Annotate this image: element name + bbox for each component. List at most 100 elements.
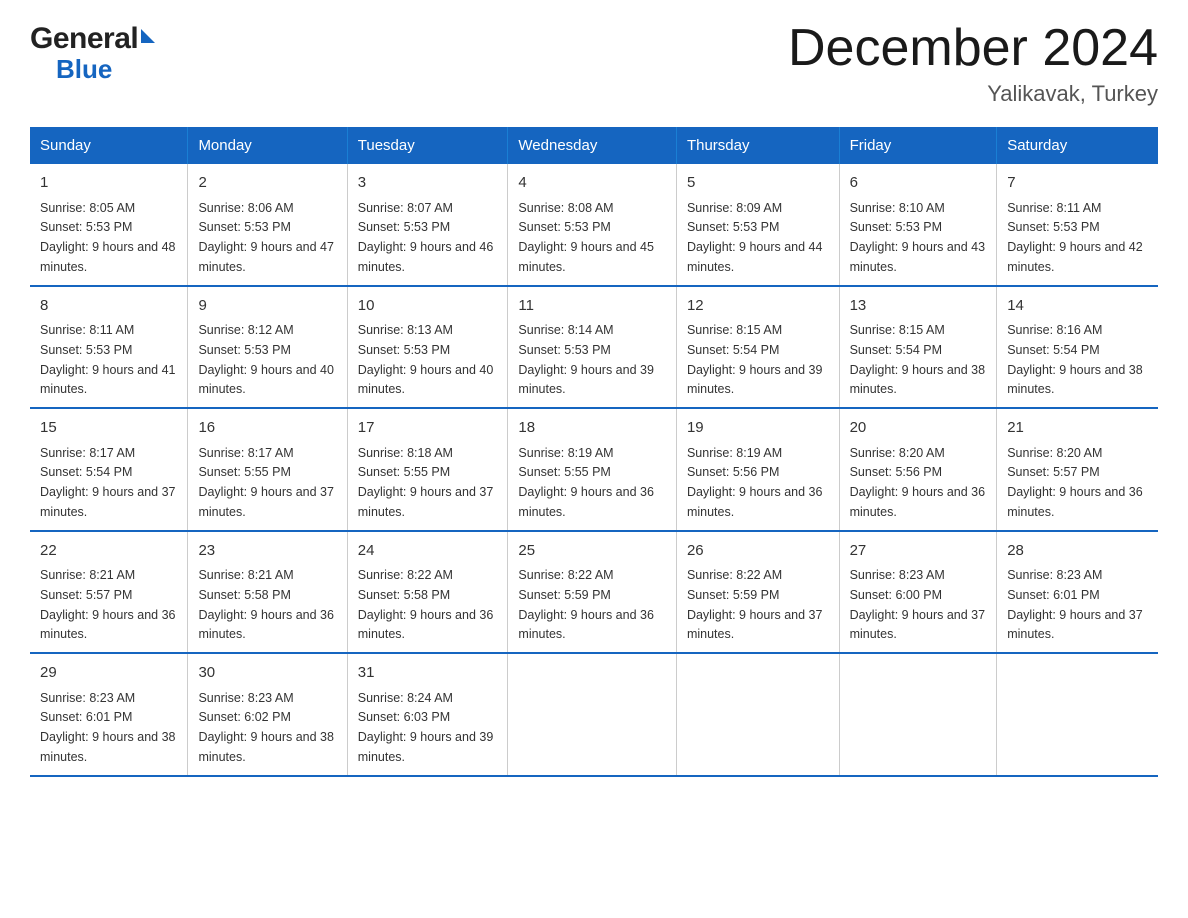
day-number: 9 bbox=[198, 295, 336, 318]
day-info: Sunrise: 8:09 AMSunset: 5:53 PMDaylight:… bbox=[687, 201, 823, 274]
title-section: December 2024 Yalikavak, Turkey bbox=[788, 20, 1158, 107]
calendar-cell: 30 Sunrise: 8:23 AMSunset: 6:02 PMDaylig… bbox=[188, 653, 347, 776]
calendar-cell: 6 Sunrise: 8:10 AMSunset: 5:53 PMDayligh… bbox=[839, 164, 997, 286]
day-info: Sunrise: 8:11 AMSunset: 5:53 PMDaylight:… bbox=[40, 323, 176, 396]
day-number: 2 bbox=[198, 172, 336, 195]
page-header: General Blue December 2024 Yalikavak, Tu… bbox=[30, 20, 1158, 107]
day-number: 5 bbox=[687, 172, 829, 195]
calendar-cell: 31 Sunrise: 8:24 AMSunset: 6:03 PMDaylig… bbox=[347, 653, 508, 776]
logo-triangle-icon bbox=[141, 29, 155, 43]
calendar-cell: 9 Sunrise: 8:12 AMSunset: 5:53 PMDayligh… bbox=[188, 286, 347, 409]
header-thursday: Thursday bbox=[676, 127, 839, 164]
day-number: 21 bbox=[1007, 417, 1148, 440]
calendar-cell: 11 Sunrise: 8:14 AMSunset: 5:53 PMDaylig… bbox=[508, 286, 677, 409]
calendar-cell: 2 Sunrise: 8:06 AMSunset: 5:53 PMDayligh… bbox=[188, 164, 347, 286]
day-info: Sunrise: 8:19 AMSunset: 5:56 PMDaylight:… bbox=[687, 446, 823, 519]
day-number: 23 bbox=[198, 540, 336, 563]
calendar-cell bbox=[508, 653, 677, 776]
calendar-cell: 29 Sunrise: 8:23 AMSunset: 6:01 PMDaylig… bbox=[30, 653, 188, 776]
calendar-subtitle: Yalikavak, Turkey bbox=[788, 81, 1158, 107]
day-info: Sunrise: 8:23 AMSunset: 6:01 PMDaylight:… bbox=[40, 691, 176, 764]
day-info: Sunrise: 8:14 AMSunset: 5:53 PMDaylight:… bbox=[518, 323, 654, 396]
calendar-cell: 26 Sunrise: 8:22 AMSunset: 5:59 PMDaylig… bbox=[676, 531, 839, 654]
day-info: Sunrise: 8:06 AMSunset: 5:53 PMDaylight:… bbox=[198, 201, 334, 274]
calendar-cell: 14 Sunrise: 8:16 AMSunset: 5:54 PMDaylig… bbox=[997, 286, 1158, 409]
day-info: Sunrise: 8:07 AMSunset: 5:53 PMDaylight:… bbox=[358, 201, 494, 274]
calendar-cell: 21 Sunrise: 8:20 AMSunset: 5:57 PMDaylig… bbox=[997, 408, 1158, 531]
day-number: 29 bbox=[40, 662, 177, 685]
day-info: Sunrise: 8:11 AMSunset: 5:53 PMDaylight:… bbox=[1007, 201, 1143, 274]
day-number: 25 bbox=[518, 540, 666, 563]
day-number: 10 bbox=[358, 295, 498, 318]
calendar-header-row: Sunday Monday Tuesday Wednesday Thursday… bbox=[30, 127, 1158, 164]
day-number: 18 bbox=[518, 417, 666, 440]
day-info: Sunrise: 8:17 AMSunset: 5:55 PMDaylight:… bbox=[198, 446, 334, 519]
day-number: 28 bbox=[1007, 540, 1148, 563]
calendar-cell: 28 Sunrise: 8:23 AMSunset: 6:01 PMDaylig… bbox=[997, 531, 1158, 654]
day-number: 17 bbox=[358, 417, 498, 440]
day-number: 22 bbox=[40, 540, 177, 563]
day-info: Sunrise: 8:13 AMSunset: 5:53 PMDaylight:… bbox=[358, 323, 494, 396]
day-number: 8 bbox=[40, 295, 177, 318]
calendar-week-row: 29 Sunrise: 8:23 AMSunset: 6:01 PMDaylig… bbox=[30, 653, 1158, 776]
day-info: Sunrise: 8:20 AMSunset: 5:57 PMDaylight:… bbox=[1007, 446, 1143, 519]
day-info: Sunrise: 8:15 AMSunset: 5:54 PMDaylight:… bbox=[850, 323, 986, 396]
header-sunday: Sunday bbox=[30, 127, 188, 164]
calendar-cell bbox=[839, 653, 997, 776]
calendar-cell: 16 Sunrise: 8:17 AMSunset: 5:55 PMDaylig… bbox=[188, 408, 347, 531]
day-info: Sunrise: 8:10 AMSunset: 5:53 PMDaylight:… bbox=[850, 201, 986, 274]
day-number: 19 bbox=[687, 417, 829, 440]
day-number: 4 bbox=[518, 172, 666, 195]
logo: General Blue bbox=[30, 22, 155, 82]
day-info: Sunrise: 8:21 AMSunset: 5:57 PMDaylight:… bbox=[40, 568, 176, 641]
day-number: 31 bbox=[358, 662, 498, 685]
calendar-week-row: 1 Sunrise: 8:05 AMSunset: 5:53 PMDayligh… bbox=[30, 164, 1158, 286]
day-info: Sunrise: 8:23 AMSunset: 6:01 PMDaylight:… bbox=[1007, 568, 1143, 641]
calendar-cell: 18 Sunrise: 8:19 AMSunset: 5:55 PMDaylig… bbox=[508, 408, 677, 531]
calendar-cell: 3 Sunrise: 8:07 AMSunset: 5:53 PMDayligh… bbox=[347, 164, 508, 286]
header-wednesday: Wednesday bbox=[508, 127, 677, 164]
day-number: 13 bbox=[850, 295, 987, 318]
calendar-cell: 12 Sunrise: 8:15 AMSunset: 5:54 PMDaylig… bbox=[676, 286, 839, 409]
header-saturday: Saturday bbox=[997, 127, 1158, 164]
day-number: 26 bbox=[687, 540, 829, 563]
calendar-cell: 19 Sunrise: 8:19 AMSunset: 5:56 PMDaylig… bbox=[676, 408, 839, 531]
day-info: Sunrise: 8:15 AMSunset: 5:54 PMDaylight:… bbox=[687, 323, 823, 396]
day-info: Sunrise: 8:12 AMSunset: 5:53 PMDaylight:… bbox=[198, 323, 334, 396]
day-number: 24 bbox=[358, 540, 498, 563]
day-number: 7 bbox=[1007, 172, 1148, 195]
calendar-cell: 4 Sunrise: 8:08 AMSunset: 5:53 PMDayligh… bbox=[508, 164, 677, 286]
day-info: Sunrise: 8:22 AMSunset: 5:58 PMDaylight:… bbox=[358, 568, 494, 641]
day-number: 1 bbox=[40, 172, 177, 195]
calendar-cell: 1 Sunrise: 8:05 AMSunset: 5:53 PMDayligh… bbox=[30, 164, 188, 286]
calendar-cell: 10 Sunrise: 8:13 AMSunset: 5:53 PMDaylig… bbox=[347, 286, 508, 409]
day-number: 27 bbox=[850, 540, 987, 563]
calendar-cell bbox=[997, 653, 1158, 776]
day-number: 30 bbox=[198, 662, 336, 685]
header-friday: Friday bbox=[839, 127, 997, 164]
day-number: 14 bbox=[1007, 295, 1148, 318]
day-info: Sunrise: 8:08 AMSunset: 5:53 PMDaylight:… bbox=[518, 201, 654, 274]
day-info: Sunrise: 8:05 AMSunset: 5:53 PMDaylight:… bbox=[40, 201, 176, 274]
day-info: Sunrise: 8:24 AMSunset: 6:03 PMDaylight:… bbox=[358, 691, 494, 764]
logo-general-text: General bbox=[30, 22, 138, 55]
calendar-cell: 24 Sunrise: 8:22 AMSunset: 5:58 PMDaylig… bbox=[347, 531, 508, 654]
day-number: 16 bbox=[198, 417, 336, 440]
calendar-title: December 2024 bbox=[788, 20, 1158, 77]
day-info: Sunrise: 8:23 AMSunset: 6:02 PMDaylight:… bbox=[198, 691, 334, 764]
calendar-cell: 15 Sunrise: 8:17 AMSunset: 5:54 PMDaylig… bbox=[30, 408, 188, 531]
calendar-cell: 27 Sunrise: 8:23 AMSunset: 6:00 PMDaylig… bbox=[839, 531, 997, 654]
header-monday: Monday bbox=[188, 127, 347, 164]
day-info: Sunrise: 8:23 AMSunset: 6:00 PMDaylight:… bbox=[850, 568, 986, 641]
header-tuesday: Tuesday bbox=[347, 127, 508, 164]
day-info: Sunrise: 8:17 AMSunset: 5:54 PMDaylight:… bbox=[40, 446, 176, 519]
calendar-cell: 7 Sunrise: 8:11 AMSunset: 5:53 PMDayligh… bbox=[997, 164, 1158, 286]
day-number: 6 bbox=[850, 172, 987, 195]
calendar-cell: 8 Sunrise: 8:11 AMSunset: 5:53 PMDayligh… bbox=[30, 286, 188, 409]
day-number: 12 bbox=[687, 295, 829, 318]
calendar-table: Sunday Monday Tuesday Wednesday Thursday… bbox=[30, 127, 1158, 777]
calendar-cell: 5 Sunrise: 8:09 AMSunset: 5:53 PMDayligh… bbox=[676, 164, 839, 286]
day-number: 15 bbox=[40, 417, 177, 440]
day-info: Sunrise: 8:20 AMSunset: 5:56 PMDaylight:… bbox=[850, 446, 986, 519]
day-number: 3 bbox=[358, 172, 498, 195]
